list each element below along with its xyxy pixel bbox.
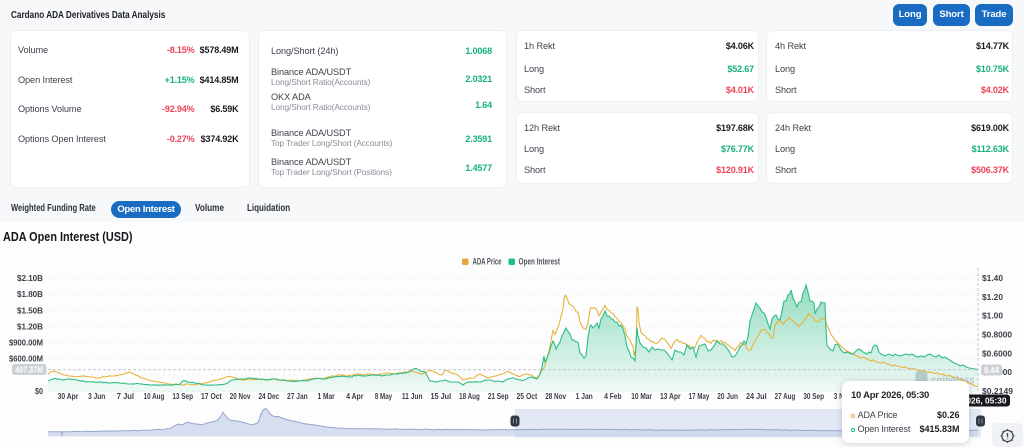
svg-text:$1.40: $1.40 xyxy=(982,273,1003,283)
svg-text:24 Jul: 24 Jul xyxy=(746,391,767,401)
svg-text:1 Mar: 1 Mar xyxy=(318,391,336,401)
svg-text:20 Jun: 20 Jun xyxy=(717,391,738,401)
svg-text:15 Jul: 15 Jul xyxy=(430,391,451,401)
svg-text:$1.80B: $1.80B xyxy=(17,289,43,299)
svg-text:ADA Price: ADA Price xyxy=(473,257,502,267)
svg-text:4 Apr: 4 Apr xyxy=(346,391,364,401)
svg-text:28 Nov: 28 Nov xyxy=(545,391,566,401)
svg-text:$600.00M: $600.00M xyxy=(9,354,43,364)
svg-text:7 Jul: 7 Jul xyxy=(117,391,134,401)
svg-text:$1.00: $1.00 xyxy=(982,311,1003,321)
svg-text:$900.00M: $900.00M xyxy=(9,338,43,348)
svg-text:10 Aug: 10 Aug xyxy=(144,391,165,401)
svg-text:30 Sep: 30 Sep xyxy=(803,391,824,401)
svg-text:13 Apr: 13 Apr xyxy=(660,391,681,401)
svg-text:10 Mar: 10 Mar xyxy=(631,391,652,401)
svg-text:8 May: 8 May xyxy=(375,391,392,401)
svg-text:13 Sep: 13 Sep xyxy=(172,391,193,401)
svg-text:$0.8000: $0.8000 xyxy=(982,330,1012,340)
svg-text:27 Jan: 27 Jan xyxy=(287,391,308,401)
svg-text:11 Jun: 11 Jun xyxy=(402,391,423,401)
svg-text:1 Jan: 1 Jan xyxy=(576,391,593,401)
svg-text:407.37M: 407.37M xyxy=(15,364,43,374)
svg-text:$1.20B: $1.20B xyxy=(17,321,43,331)
svg-text:$2.10B: $2.10B xyxy=(17,273,43,283)
svg-text:$0.6000: $0.6000 xyxy=(982,348,1012,358)
svg-text:18 Aug: 18 Aug xyxy=(459,391,480,401)
svg-text:3 Jun: 3 Jun xyxy=(88,391,105,401)
svg-text:$0: $0 xyxy=(35,386,43,396)
svg-text:Open Interest: Open Interest xyxy=(519,257,561,267)
svg-text:17 May: 17 May xyxy=(689,391,710,401)
svg-text:17 Oct: 17 Oct xyxy=(201,391,222,401)
svg-text:$1.20: $1.20 xyxy=(982,292,1003,302)
svg-text:21 Sep: 21 Sep xyxy=(488,391,509,401)
svg-text:30 Apr: 30 Apr xyxy=(58,391,79,401)
svg-text:27 Aug: 27 Aug xyxy=(775,391,796,401)
svg-text:$1.50B: $1.50B xyxy=(17,305,43,315)
svg-text:4 Feb: 4 Feb xyxy=(604,391,621,401)
svg-text:0.44: 0.44 xyxy=(984,365,999,375)
svg-text:20 Nov: 20 Nov xyxy=(230,391,251,401)
svg-text:25 Oct: 25 Oct xyxy=(517,391,538,401)
svg-text:24 Dec: 24 Dec xyxy=(258,391,279,401)
